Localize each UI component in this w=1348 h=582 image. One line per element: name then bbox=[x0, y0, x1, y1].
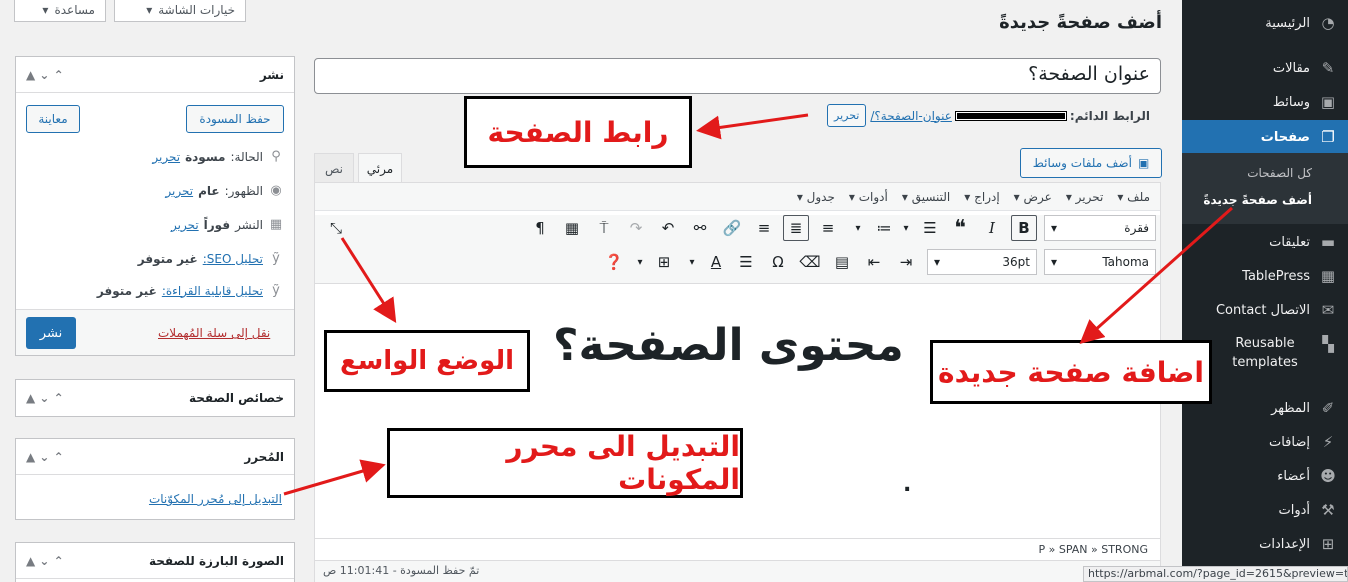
arrow-fullscreen bbox=[340, 237, 397, 324]
arrow-permalink bbox=[696, 113, 809, 140]
status-url: https://arbmal.com/?page_id=2615&preview… bbox=[1083, 566, 1348, 582]
annotation-arrows bbox=[283, 113, 1233, 496]
arrow-switch-editor bbox=[283, 459, 386, 496]
arrow-add-page bbox=[1079, 206, 1233, 344]
